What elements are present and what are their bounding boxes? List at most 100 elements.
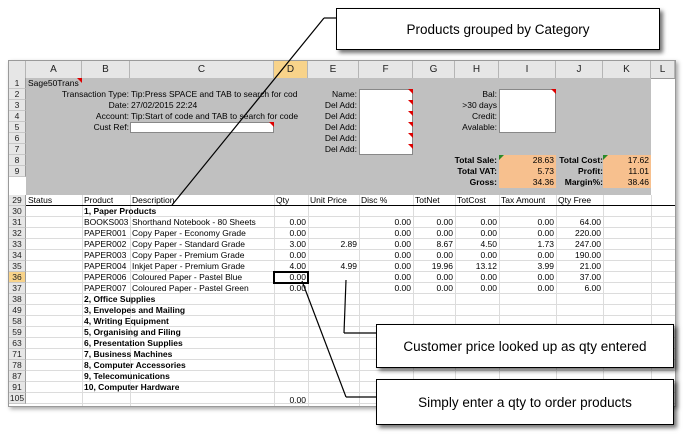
row-header-8[interactable]: 8	[9, 155, 26, 166]
row-header-37[interactable]: 37	[9, 283, 26, 294]
totnet-cell: 0.00	[436, 272, 453, 282]
category-heading[interactable]: 9, Telecomunications	[84, 371, 170, 382]
column-header-h[interactable]: H	[455, 61, 499, 78]
qty-cell[interactable]: 3.00	[274, 239, 306, 250]
category-heading[interactable]: 2, Office Supplies	[84, 294, 155, 305]
row-header-35[interactable]: 35	[9, 261, 26, 272]
qty-cell[interactable]: 0.00	[274, 395, 306, 406]
qty-cell[interactable]: 0.00	[274, 283, 306, 294]
column-header-a[interactable]: A	[26, 61, 82, 78]
row-header-32[interactable]: 32	[9, 228, 26, 239]
row-header-58[interactable]: 58	[9, 316, 26, 327]
row-header-49[interactable]: 49	[9, 305, 26, 316]
row-header-29[interactable]: 29	[9, 195, 26, 206]
unit-price-cell: 4.99	[340, 261, 357, 271]
unit-price-cell	[308, 283, 357, 294]
product-code: PAPER004	[84, 261, 127, 271]
tax-amount-cell: 0.00	[537, 228, 554, 238]
qty-cell[interactable]: 0.00	[274, 217, 306, 228]
account-field[interactable]: Tip:Start of code and TAB to search for …	[131, 111, 313, 122]
column-header-i[interactable]: I	[499, 61, 556, 78]
category-heading[interactable]: 4, Writing Equipment	[84, 316, 169, 327]
row-header-1[interactable]: 1	[9, 78, 26, 89]
row-header-7[interactable]: 7	[9, 144, 26, 155]
comment-marker	[77, 78, 82, 83]
column-header-g[interactable]: G	[413, 61, 455, 78]
cust-ref-label: Cust Ref:	[93, 122, 129, 132]
totnet-cell: 19.96	[431, 261, 453, 271]
disc-cell: 0.00	[394, 250, 411, 260]
select-all-corner[interactable]	[9, 61, 26, 78]
totcost-cell: 0.00	[480, 272, 497, 282]
app-label: Sage50Trans	[28, 78, 79, 88]
row-header-5[interactable]: 5	[9, 122, 26, 133]
row-header-91[interactable]: 91	[9, 382, 26, 393]
row-header-30[interactable]: 30	[9, 206, 26, 217]
qty-free-cell: 21.00	[579, 261, 601, 271]
comment-marker	[408, 111, 413, 116]
transaction-type-field[interactable]: Tip:Press SPACE and TAB to search for co…	[131, 89, 314, 100]
category-heading[interactable]: 6, Presentation Supplies	[84, 338, 183, 349]
bal-label: Bal:	[482, 89, 497, 99]
row-header-105[interactable]: 105	[9, 393, 26, 404]
column-header-c[interactable]: C	[130, 61, 274, 78]
column-header-k[interactable]: K	[603, 61, 651, 78]
product-description: Coloured Paper - Pastel Blue	[132, 272, 243, 282]
qty-free-cell: 6.00	[584, 283, 601, 293]
column-header-b[interactable]: B	[82, 61, 130, 78]
category-heading[interactable]: 1, Paper Products	[84, 206, 156, 217]
totnet-cell: 8.67	[436, 239, 453, 249]
margin-value: 38.46	[627, 177, 649, 187]
del-add-label-3: Del Add:	[324, 122, 357, 132]
active-cell-qty[interactable]	[273, 271, 309, 284]
date-field[interactable]: 27/02/2015 22:24	[131, 100, 271, 111]
row-header-63[interactable]: 63	[9, 338, 26, 349]
row-header-78[interactable]: 78	[9, 360, 26, 371]
row-header-6[interactable]: 6	[9, 133, 26, 144]
totcost-cell: 0.00	[480, 217, 497, 227]
category-heading[interactable]: 3, Envelopes and Mailing	[84, 305, 185, 316]
profit-label: Profit:	[577, 166, 603, 176]
column-header-e[interactable]: E	[308, 61, 359, 78]
product-code: PAPER002	[84, 239, 127, 249]
tax-amount-cell: 0.00	[537, 283, 554, 293]
row-header-71[interactable]: 71	[9, 349, 26, 360]
column-header-j[interactable]: J	[556, 61, 603, 78]
name-address-box[interactable]	[359, 89, 413, 155]
row-header-4[interactable]: 4	[9, 111, 26, 122]
row-header-34[interactable]: 34	[9, 250, 26, 261]
column-header-f[interactable]: F	[359, 61, 413, 78]
callout-price-lookup: Customer price looked up as qty entered	[376, 324, 674, 368]
qty-cell[interactable]: 0.00	[274, 250, 306, 261]
row-header-3[interactable]: 3	[9, 100, 26, 111]
qty-cell[interactable]: 0.00	[274, 228, 306, 239]
row-header-87[interactable]: 87	[9, 371, 26, 382]
comment-marker	[408, 100, 413, 105]
column-header-d[interactable]: D	[274, 61, 308, 78]
comment-marker	[408, 133, 413, 138]
row-header-36[interactable]: 36	[9, 272, 26, 283]
row-header-31[interactable]: 31	[9, 217, 26, 228]
category-heading[interactable]: 7, Business Machines	[84, 349, 172, 360]
total-cost-value: 17.62	[627, 155, 649, 165]
product-code: PAPER007	[84, 283, 127, 293]
disc-cell: 0.00	[394, 261, 411, 271]
column-header-l[interactable]: L	[651, 61, 675, 78]
cust-ref-field[interactable]	[130, 122, 274, 133]
row-header-9[interactable]: 9	[9, 166, 26, 177]
row-header-33[interactable]: 33	[9, 239, 26, 250]
total-sale-label: Total Sale:	[454, 155, 497, 165]
row-header-59[interactable]: 59	[9, 327, 26, 338]
category-heading[interactable]: 5, Organising and Filing	[84, 327, 181, 338]
row-header-38[interactable]: 38	[9, 294, 26, 305]
total-vat-value: 5.73	[537, 166, 554, 176]
totcost-cell: 4.50	[480, 239, 497, 249]
disc-cell: 0.00	[394, 228, 411, 238]
gross-value: 34.36	[532, 177, 554, 187]
category-heading[interactable]: 10, Computer Hardware	[84, 382, 179, 393]
category-heading[interactable]: 8, Computer Accessories	[84, 360, 186, 371]
disc-cell: 0.00	[394, 239, 411, 249]
row-header-2[interactable]: 2	[9, 89, 26, 100]
margin-label: Margin%:	[564, 177, 603, 187]
del-add-label-2: Del Add:	[324, 111, 357, 121]
